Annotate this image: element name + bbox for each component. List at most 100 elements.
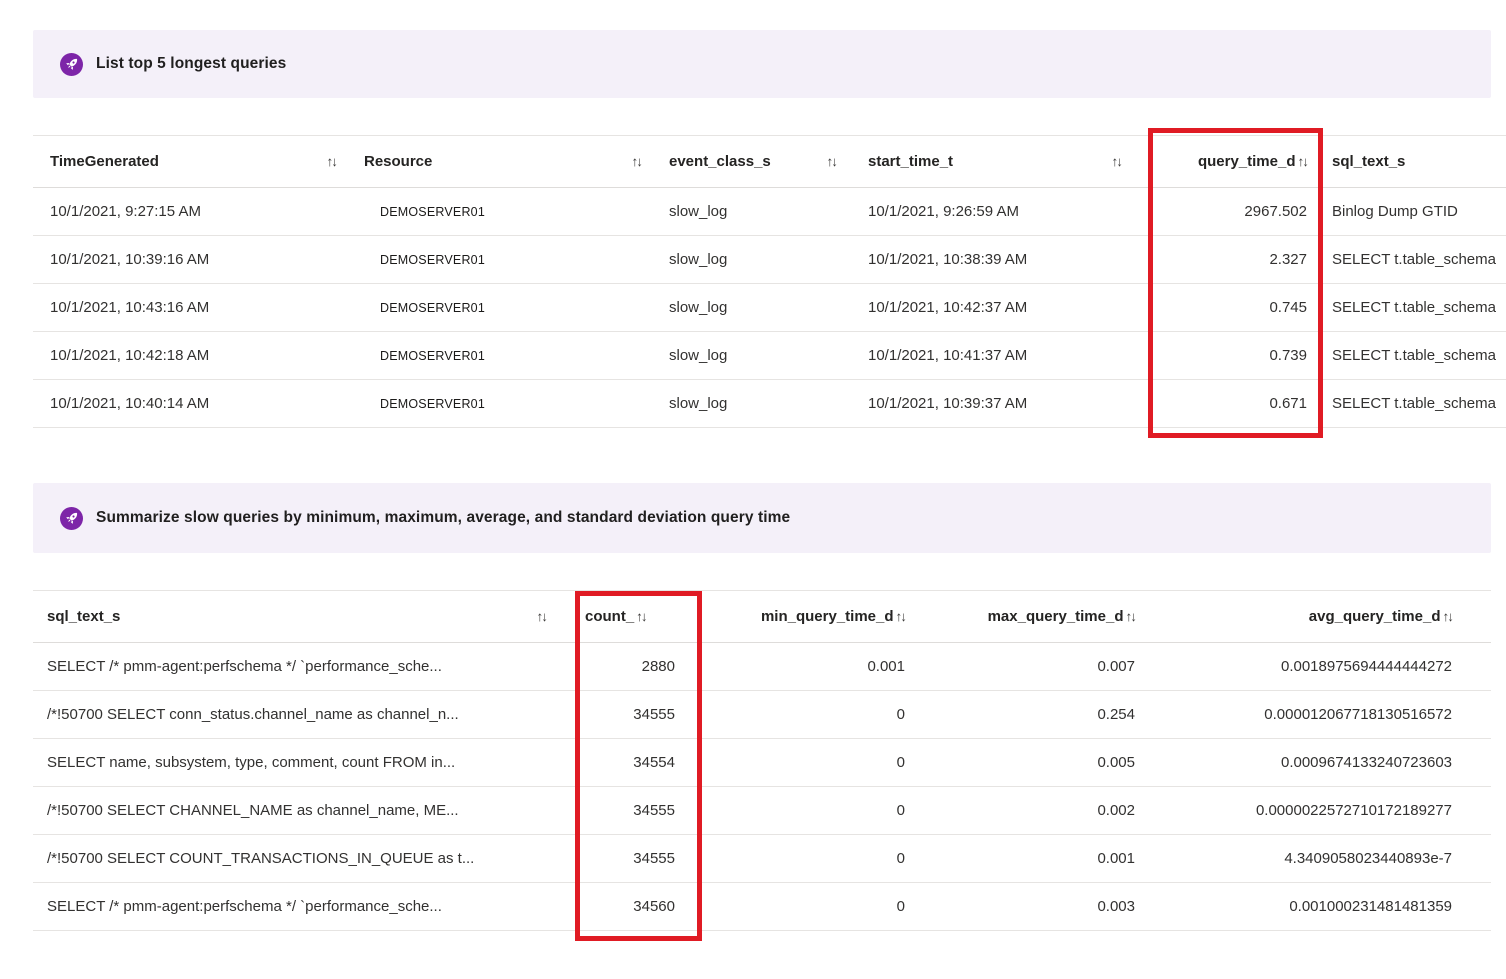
column-header-count[interactable]: count_ ↑↓ [560, 608, 701, 625]
max-query-time-cell: 0.254 [1097, 706, 1135, 723]
sort-icon: ↑↓ [536, 609, 548, 624]
summary-table-row[interactable]: /*!50700 SELECT COUNT_TRANSACTIONS_IN_QU… [33, 835, 1491, 883]
column-header-sql-text[interactable]: sql_text_s ↑↓ [1322, 153, 1506, 170]
sort-icon: ↑↓ [636, 609, 647, 624]
query-time-cell: 2.327 [1269, 251, 1307, 268]
event-class-cell: slow_log [669, 395, 728, 412]
avg-query-time-cell: 0.0009674133240723603 [1280, 754, 1452, 771]
resource-cell: DEMOSERVER01 [380, 396, 485, 411]
top-table-row[interactable]: 10/1/2021, 10:43:16 AM DEMOSERVER01 slow… [33, 284, 1506, 332]
start-time-cell: 10/1/2021, 10:38:39 AM [868, 251, 1028, 268]
count-cell: 2880 [641, 658, 675, 675]
column-label: TimeGenerated [50, 153, 159, 170]
sort-icon: ↑↓ [826, 154, 838, 169]
prompt-banner-top[interactable]: List top 5 longest queries [33, 30, 1491, 98]
top-table-row[interactable]: 10/1/2021, 10:42:18 AM DEMOSERVER01 slow… [33, 332, 1506, 380]
sql-text-cell: Binlog Dump GTID [1332, 203, 1458, 220]
summary-table: sql_text_s ↑↓ count_ ↑↓ min_query_time_d… [33, 590, 1491, 934]
sql-text-cell: /*!50700 SELECT COUNT_TRANSACTIONS_IN_QU… [47, 850, 475, 867]
column-header-start-time[interactable]: start_time_t ↑↓ [850, 153, 1135, 170]
column-header-min-query-time[interactable]: min_query_time_d ↑↓ [701, 608, 915, 625]
summary-table-row[interactable]: /*!50700 SELECT CHANNEL_NAME as channel_… [33, 787, 1491, 835]
min-query-time-cell: 0 [896, 850, 905, 867]
column-header-avg-query-time[interactable]: avg_query_time_d ↑↓ [1145, 608, 1491, 625]
top-results-table: TimeGenerated ↑↓ Resource ↑↓ event_class… [33, 135, 1506, 431]
start-time-cell: 10/1/2021, 9:26:59 AM [868, 203, 1019, 220]
avg-query-time-cell: 0.0000022572710172189277 [1255, 802, 1452, 819]
column-label: sql_text_s [1332, 153, 1406, 170]
sql-text-cell: /*!50700 SELECT conn_status.channel_name… [47, 706, 459, 723]
event-class-cell: slow_log [669, 347, 728, 364]
count-cell: 34555 [633, 802, 675, 819]
count-cell: 34554 [633, 754, 675, 771]
sort-icon: ↑↓ [1111, 154, 1123, 169]
avg-query-time-cell: 0.001000231481481359 [1289, 898, 1452, 915]
avg-query-time-cell: 0.0018975694444444272 [1280, 658, 1452, 675]
top-table-header-row: TimeGenerated ↑↓ Resource ↑↓ event_class… [33, 135, 1506, 188]
column-label: start_time_t [868, 153, 954, 170]
sql-text-cell: SELECT name, subsystem, type, comment, c… [47, 754, 456, 771]
sql-text-cell: SELECT t.table_schema [1332, 299, 1496, 316]
min-query-time-cell: 0.001 [867, 658, 905, 675]
time-generated-cell: 10/1/2021, 9:27:15 AM [50, 203, 201, 220]
column-label: min_query_time_d [760, 608, 894, 625]
sql-text-cell: SELECT t.table_schema [1332, 251, 1496, 268]
sort-icon: ↑↓ [1125, 609, 1137, 624]
summary-table-row[interactable]: SELECT name, subsystem, type, comment, c… [33, 739, 1491, 787]
sort-icon: ↑↓ [631, 154, 643, 169]
column-header-resource[interactable]: Resource ↑↓ [350, 153, 655, 170]
prompt-banner-bottom[interactable]: Summarize slow queries by minimum, maxim… [33, 483, 1491, 553]
count-cell: 34555 [633, 706, 675, 723]
column-label: count_ [585, 608, 635, 625]
sort-icon: ↑↓ [326, 154, 338, 169]
max-query-time-cell: 0.007 [1097, 658, 1135, 675]
column-label: query_time_d [1197, 153, 1296, 170]
time-generated-cell: 10/1/2021, 10:40:14 AM [50, 395, 210, 412]
column-label: event_class_s [669, 153, 771, 170]
summary-table-row[interactable]: /*!50700 SELECT conn_status.channel_name… [33, 691, 1491, 739]
column-header-sql-text[interactable]: sql_text_s ↑↓ [33, 608, 560, 625]
summary-table-row[interactable]: SELECT /* pmm-agent:perfschema */ `perfo… [33, 883, 1491, 931]
event-class-cell: slow_log [669, 251, 728, 268]
max-query-time-cell: 0.001 [1097, 850, 1135, 867]
min-query-time-cell: 0 [896, 706, 905, 723]
column-header-event-class[interactable]: event_class_s ↑↓ [655, 153, 850, 170]
sort-icon: ↑↓ [895, 609, 907, 624]
prompt-text: List top 5 longest queries [96, 55, 287, 72]
sql-text-cell: SELECT /* pmm-agent:perfschema */ `perfo… [47, 658, 442, 675]
max-query-time-cell: 0.005 [1097, 754, 1135, 771]
sql-text-cell: SELECT /* pmm-agent:perfschema */ `perfo… [47, 898, 442, 915]
column-label: sql_text_s [47, 608, 121, 625]
resource-cell: DEMOSERVER01 [380, 348, 485, 363]
column-header-time-generated[interactable]: TimeGenerated ↑↓ [33, 153, 350, 170]
summary-table-row[interactable]: SELECT /* pmm-agent:perfschema */ `perfo… [33, 643, 1491, 691]
min-query-time-cell: 0 [896, 754, 905, 771]
max-query-time-cell: 0.003 [1097, 898, 1135, 915]
query-time-cell: 0.745 [1269, 299, 1307, 316]
count-cell: 34555 [633, 850, 675, 867]
count-cell: 34560 [633, 898, 675, 915]
top-table-row[interactable]: 10/1/2021, 10:39:16 AM DEMOSERVER01 slow… [33, 236, 1506, 284]
copilot-rocket-icon [60, 52, 83, 76]
start-time-cell: 10/1/2021, 10:42:37 AM [868, 299, 1028, 316]
time-generated-cell: 10/1/2021, 10:42:18 AM [50, 347, 210, 364]
column-header-max-query-time[interactable]: max_query_time_d ↑↓ [915, 608, 1145, 625]
prompt-text: Summarize slow queries by minimum, maxim… [96, 509, 791, 526]
resource-cell: DEMOSERVER01 [380, 252, 485, 267]
column-label: avg_query_time_d [1308, 608, 1441, 625]
top-table-row[interactable]: 10/1/2021, 9:27:15 AM DEMOSERVER01 slow_… [33, 188, 1506, 236]
column-label: Resource [364, 153, 433, 170]
start-time-cell: 10/1/2021, 10:39:37 AM [868, 395, 1028, 412]
time-generated-cell: 10/1/2021, 10:43:16 AM [50, 299, 210, 316]
sql-text-cell: SELECT t.table_schema [1332, 347, 1496, 364]
column-header-query-time[interactable]: query_time_d ↑↓ [1135, 153, 1322, 170]
start-time-cell: 10/1/2021, 10:41:37 AM [868, 347, 1028, 364]
query-time-cell: 2967.502 [1244, 203, 1307, 220]
max-query-time-cell: 0.002 [1097, 802, 1135, 819]
min-query-time-cell: 0 [896, 802, 905, 819]
resource-cell: DEMOSERVER01 [380, 204, 485, 219]
resource-cell: DEMOSERVER01 [380, 300, 485, 315]
top-table-row[interactable]: 10/1/2021, 10:40:14 AM DEMOSERVER01 slow… [33, 380, 1506, 428]
column-label: max_query_time_d [987, 608, 1124, 625]
sort-icon: ↑↓ [1297, 154, 1309, 169]
